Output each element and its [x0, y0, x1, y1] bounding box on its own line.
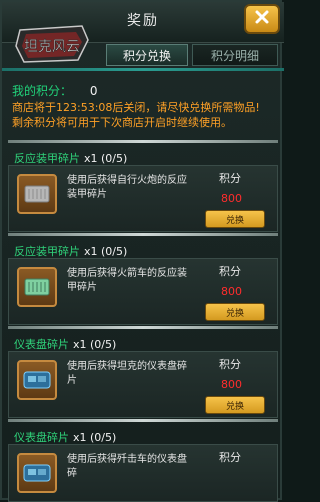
score-label: 积分: [219, 265, 241, 278]
score-label: 积分: [219, 358, 241, 371]
item-count: x1 (0/5): [73, 338, 117, 351]
item-card: 使用后获得坦克的仪表盘碎片 积分 800 兑换: [8, 351, 278, 418]
dashboard-shard-icon: [17, 360, 57, 400]
exchange-button[interactable]: 兑换: [205, 396, 265, 414]
points-row: 我的积分： 0: [12, 82, 97, 99]
item-separator: [8, 140, 278, 143]
points-value: 0: [89, 84, 98, 98]
tab-bar: 积分兑换 积分明细: [2, 42, 284, 68]
item-title: 反应装甲碎片 x1 (0/5): [14, 243, 127, 259]
item-count: x1 (0/5): [84, 245, 128, 258]
notice-line-2: 剩余积分将可用于下次商店开启时继续使用。: [12, 116, 232, 129]
item-count: x1 (0/5): [73, 431, 117, 444]
exchange-button[interactable]: 兑换: [205, 303, 265, 321]
exchange-button[interactable]: 兑换: [205, 210, 265, 228]
item-name: 反应装甲碎片: [14, 152, 80, 165]
item-cost: 800: [221, 378, 242, 391]
armor-shard-icon: [17, 174, 57, 214]
tab-points-details[interactable]: 积分明细: [192, 44, 278, 66]
item-separator: [8, 419, 278, 422]
close-button[interactable]: [244, 4, 280, 34]
shop-notice: 商店将于123:53:08后关闭，请尽快兑换所需物品! 剩余积分将可用于下次商店…: [12, 100, 278, 130]
close-icon: [254, 9, 270, 29]
item-count: x1 (0/5): [84, 152, 128, 165]
item-title: 仪表盘碎片 x1 (0/5): [14, 429, 116, 445]
armor-shard-icon: [17, 267, 57, 307]
item-cost: 800: [221, 285, 242, 298]
item-description: 使用后获得自行火炮的反应装甲碎片: [67, 175, 187, 200]
item-description: 使用后获得火箭车的反应装甲碎片: [67, 268, 187, 293]
shop-item-4: 仪表盘碎片 x1 (0/5) 使用后获得歼击车的仪表盘碎 积分: [2, 419, 284, 502]
header-bar: 奖励 坦克风云: [2, 2, 284, 63]
item-title: 反应装甲碎片 x1 (0/5): [14, 150, 127, 166]
score-label: 积分: [219, 172, 241, 185]
item-separator: [8, 326, 278, 329]
item-card: 使用后获得火箭车的反应装甲碎片 积分 800 兑换: [8, 258, 278, 325]
shop-item-1: 反应装甲碎片 x1 (0/5) 使用后获得自行火炮的反应装甲碎片 积分 800 兑…: [2, 140, 284, 233]
item-description: 使用后获得歼击车的仪表盘碎: [67, 454, 187, 479]
item-cost: 800: [221, 192, 242, 205]
item-separator: [8, 233, 278, 236]
points-label: 我的积分：: [12, 84, 73, 98]
item-name: 仪表盘碎片: [14, 431, 69, 444]
item-description: 使用后获得坦克的仪表盘碎片: [67, 361, 187, 386]
reward-window: 奖励 坦克风云 积分兑换 积分明细 我的积分： 0 商店将于123:53:08后…: [0, 0, 284, 502]
tab-points-exchange[interactable]: 积分兑换: [106, 44, 188, 66]
item-name: 反应装甲碎片: [14, 245, 80, 258]
item-card: 使用后获得歼击车的仪表盘碎 积分: [8, 444, 278, 502]
score-label: 积分: [219, 451, 241, 464]
item-name: 仪表盘碎片: [14, 338, 69, 351]
shop-item-3: 仪表盘碎片 x1 (0/5) 使用后获得坦克的仪表盘碎片 积分 800 兑换: [2, 326, 284, 419]
divider: [2, 68, 284, 71]
item-card: 使用后获得自行火炮的反应装甲碎片 积分 800 兑换: [8, 165, 278, 232]
item-title: 仪表盘碎片 x1 (0/5): [14, 336, 116, 352]
shop-item-2: 反应装甲碎片 x1 (0/5) 使用后获得火箭车的反应装甲碎片 积分 800 兑换: [2, 233, 284, 326]
dashboard-shard-icon: [17, 453, 57, 493]
notice-line-1: 商店将于123:53:08后关闭，请尽快兑换所需物品!: [12, 101, 260, 114]
